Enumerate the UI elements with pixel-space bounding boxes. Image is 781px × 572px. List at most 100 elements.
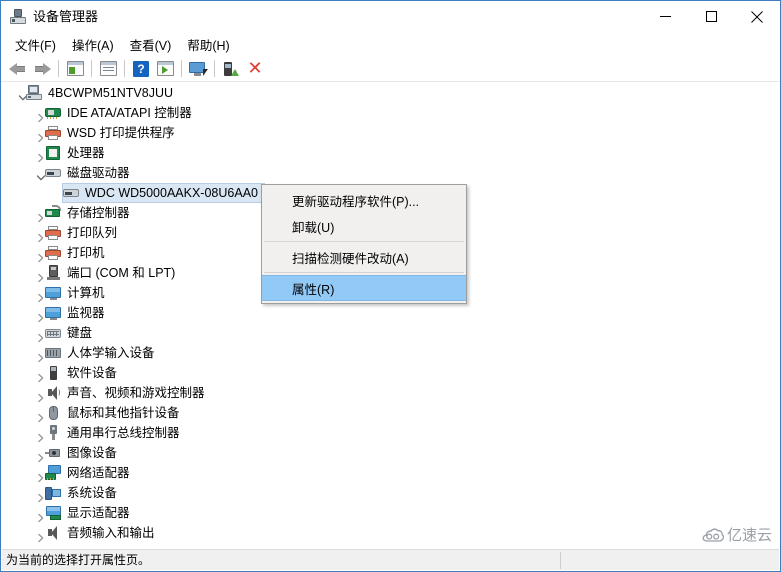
tree-row[interactable]: 监视器: [2, 303, 779, 323]
tree-item-content[interactable]: 鼠标和其他指针设备: [44, 403, 187, 423]
tree-row[interactable]: 图像设备: [2, 443, 779, 463]
tree-expander[interactable]: [28, 283, 44, 303]
tree-item-content[interactable]: 网络适配器: [44, 463, 137, 483]
tree-item-content[interactable]: WSD 打印提供程序: [44, 123, 182, 143]
tree-row[interactable]: 声音、视频和游戏控制器: [2, 383, 779, 403]
tree-row[interactable]: 鼠标和其他指针设备: [2, 403, 779, 423]
menu-view[interactable]: 查看(V): [122, 32, 180, 57]
tree-expander[interactable]: [28, 143, 44, 163]
menu-action[interactable]: 操作(A): [64, 32, 122, 57]
tree-expander[interactable]: [28, 503, 44, 523]
title-bar: 设备管理器: [1, 1, 780, 32]
context-menu[interactable]: 更新驱动程序软件(P)... 卸载(U) 扫描检测硬件改动(A) 属性(R): [261, 184, 467, 304]
tree-item-content[interactable]: 软件设备: [44, 363, 124, 383]
close-button[interactable]: [734, 1, 780, 32]
ctx-scan-hardware[interactable]: 扫描检测硬件改动(A): [262, 244, 466, 270]
tree-item-content[interactable]: WDC WD5000AAKX-08U6AA0: [62, 183, 265, 203]
tree-item-content[interactable]: 显示适配器: [44, 503, 137, 523]
scan-hardware-changes-button[interactable]: [153, 58, 177, 80]
tree-expander[interactable]: [28, 263, 44, 283]
tree-expander[interactable]: [28, 203, 44, 223]
ctx-item-label: 更新驱动程序软件(P)...: [292, 194, 420, 209]
tree-row[interactable]: 系统设备: [2, 483, 779, 503]
update-driver-button[interactable]: [186, 58, 210, 80]
tree-item-content[interactable]: IDE ATA/ATAPI 控制器: [44, 103, 199, 123]
tree-item-content[interactable]: 计算机: [44, 283, 112, 303]
tree-expander[interactable]: [28, 383, 44, 403]
printer-icon: [45, 225, 62, 241]
forward-button[interactable]: [30, 58, 54, 80]
tree-item-content[interactable]: 存储控制器: [44, 203, 137, 223]
tree-row[interactable]: 磁盘驱动器: [2, 163, 779, 183]
tree-expander[interactable]: [28, 363, 44, 383]
tree-row[interactable]: WSD 打印提供程序: [2, 123, 779, 143]
printer-icon: [45, 125, 62, 141]
tree-expander[interactable]: [28, 483, 44, 503]
update-driver-icon: [188, 61, 208, 77]
tree-row[interactable]: 人体学输入设备: [2, 343, 779, 363]
tree-item-content[interactable]: 打印机: [44, 243, 112, 263]
uninstall-device-icon: ✕: [247, 57, 263, 79]
tree-item-content[interactable]: 处理器: [44, 143, 112, 163]
tree-expander[interactable]: [28, 163, 46, 183]
tree-expander[interactable]: [28, 403, 44, 423]
tree-label: 人体学输入设备: [67, 346, 155, 360]
tree-expander[interactable]: [28, 303, 44, 323]
tree-row[interactable]: 处理器: [2, 143, 779, 163]
properties-button[interactable]: [96, 58, 120, 80]
tree-label: 声音、视频和游戏控制器: [67, 386, 205, 400]
printer-icon: [45, 245, 62, 261]
tree-item-content[interactable]: 打印队列: [44, 223, 124, 243]
tree-item-content[interactable]: 磁盘驱动器: [44, 163, 137, 183]
tree-row[interactable]: 通用串行总线控制器: [2, 423, 779, 443]
tree-label: 监视器: [67, 306, 105, 320]
tree-expander[interactable]: [28, 463, 44, 483]
tree-item-content[interactable]: 监视器: [44, 303, 112, 323]
tree-expander[interactable]: [28, 443, 44, 463]
menu-help[interactable]: 帮助(H): [179, 32, 237, 57]
tree-expander[interactable]: [28, 323, 44, 343]
tree-row[interactable]: 软件设备: [2, 363, 779, 383]
display-adapter-icon: [45, 505, 62, 521]
tree-item-content[interactable]: 通用串行总线控制器: [44, 423, 187, 443]
tree-row-root[interactable]: 4BCWPM51NTV8JUU: [2, 83, 779, 103]
device-tree[interactable]: 4BCWPM51NTV8JUU IDE ATA/ATAPI 控制器 WSD 打印提供…: [2, 83, 779, 550]
ctx-properties[interactable]: 属性(R): [262, 275, 466, 301]
tree-item-content[interactable]: 键盘: [44, 323, 99, 343]
minimize-button[interactable]: [642, 1, 688, 32]
tree-expander[interactable]: [28, 123, 44, 143]
tree-row[interactable]: 键盘: [2, 323, 779, 343]
menu-file[interactable]: 文件(F): [7, 32, 64, 57]
tree-row[interactable]: 网络适配器: [2, 463, 779, 483]
tree-item-content[interactable]: 图像设备: [44, 443, 124, 463]
tree-expander[interactable]: [28, 423, 44, 443]
back-button[interactable]: [6, 58, 30, 80]
ctx-uninstall[interactable]: 卸载(U): [262, 213, 466, 239]
tree-item-content[interactable]: 系统设备: [44, 483, 124, 503]
show-hide-console-tree-button[interactable]: [63, 58, 87, 80]
tree-item-content[interactable]: 音频输入和输出: [44, 523, 162, 543]
tree-item-content[interactable]: 人体学输入设备: [44, 343, 162, 363]
uninstall-device-button[interactable]: ✕: [243, 58, 267, 80]
show-hide-console-tree-icon: [66, 61, 84, 76]
tree-expander[interactable]: [28, 223, 44, 243]
enable-device-button[interactable]: [219, 58, 243, 80]
maximize-button[interactable]: [688, 1, 734, 32]
toolbar-separator-1: [58, 60, 59, 77]
tree-row[interactable]: 音频输入和输出: [2, 523, 779, 543]
context-menu-separator: [264, 272, 464, 273]
tree-expander[interactable]: [28, 523, 44, 543]
tree-label: 打印队列: [67, 226, 118, 240]
tree-item-content[interactable]: 端口 (COM 和 LPT): [44, 263, 182, 283]
ctx-update-driver[interactable]: 更新驱动程序软件(P)...: [262, 187, 466, 213]
tree-expander[interactable]: [28, 343, 44, 363]
tree-row[interactable]: 显示适配器: [2, 503, 779, 523]
tree-expander[interactable]: [28, 243, 44, 263]
help-button[interactable]: ?: [129, 58, 153, 80]
tree-item-content[interactable]: 声音、视频和游戏控制器: [44, 383, 212, 403]
tree-label: 计算机: [67, 286, 105, 300]
mouse-icon: [45, 405, 62, 421]
tree-expander[interactable]: [28, 103, 44, 123]
tree-row[interactable]: IDE ATA/ATAPI 控制器: [2, 103, 779, 123]
root-expander[interactable]: [10, 83, 28, 103]
